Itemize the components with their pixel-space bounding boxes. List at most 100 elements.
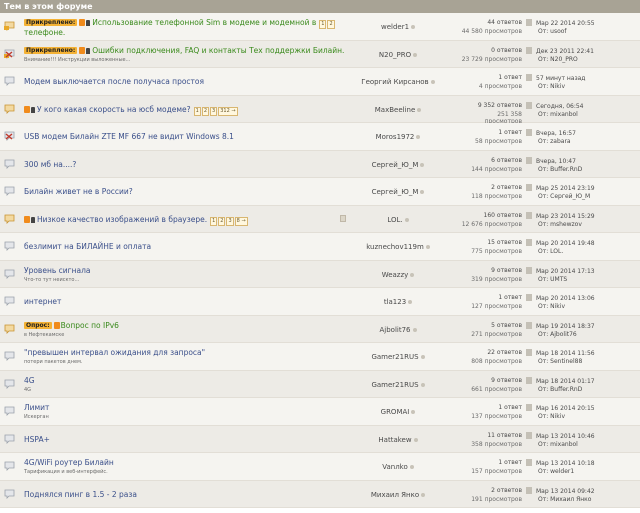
last-post-author-link[interactable]: От: Сергей_Ю_М [538,193,590,200]
topic-author-cell: Сергей_Ю_М [338,151,458,178]
topic-views: 58 просмотров [475,138,522,145]
topic-last-post-cell: Мар 13 2014 10:46 От: mixanbol [526,426,640,453]
topic-stats-cell: 1 ответ 157 просмотров [458,453,522,480]
last-post-author-link[interactable]: От: mixanbol [538,111,578,118]
last-post-time-line: Мар 20 2014 17:13 [526,266,595,275]
topic-author-link[interactable]: Hattakew [378,436,411,444]
last-post-author-link[interactable]: От: Nikiv [538,413,565,420]
topic-snippet: Внимание!!! Инструкции выложенные... [24,56,131,63]
topic-last-post-cell: Мар 22 2014 20:55 От: usoof [526,13,640,40]
topic-title-link[interactable]: 300 мб на....? [24,160,76,169]
topic-title-link[interactable]: Модем выключается после получаса простоя [24,77,204,86]
topic-title-link[interactable]: USB модем Билайн ZTE MF 667 не видит Win… [24,132,234,141]
page-link[interactable]: 1 [210,216,218,226]
page-link[interactable]: 3 [210,106,218,116]
topic-author-link[interactable]: Ajbolit76 [379,326,410,334]
topic-author-link[interactable]: Сергей_Ю_М [372,161,419,169]
last-post-author-link[interactable]: От: mixanbol [538,441,578,448]
topic-author-link[interactable]: Gamer21RUS [371,353,418,361]
page-link[interactable]: 2 [218,216,226,226]
topic-status-cell [0,13,18,40]
topic-title-line: USB модем Билайн ZTE MF 667 не видит Win… [24,132,334,142]
topic-row: USB модем Билайн ZTE MF 667 не видит Win… [0,123,640,151]
last-post-author-link[interactable]: От: Buffer.RnD [538,386,582,393]
topic-snippet: потери пакетов днем. [24,359,83,365]
topic-last-post-cell: 57 минут назад От: Nikiv [526,68,640,95]
topic-title-link[interactable]: Лимит [24,403,49,412]
last-post-author-link[interactable]: От: usoof [538,28,567,35]
topic-title-link[interactable]: Уровень сигнала [24,266,91,275]
topic-title-link[interactable]: Использование телефонной Sim в модеме и … [92,18,316,27]
last-post-author-link[interactable]: От: mshewzov [538,221,582,228]
topic-author-link[interactable]: Gamer21RUS [371,381,418,389]
topic-title-link[interactable]: HSPA+ [24,435,50,444]
page-link[interactable]: 2 [327,20,335,29]
last-post-author-link[interactable]: От: Nikiv [538,303,565,310]
topic-author-link[interactable]: tla123 [384,298,406,306]
last-post-author-link[interactable]: От: Михаил Янко [538,496,591,503]
topic-author-link[interactable]: Сергей_Ю_М [372,188,419,196]
topic-author-link[interactable]: Moros1972 [376,133,415,141]
document-icon [526,184,532,191]
topic-title-link[interactable]: 4G/WiFi роутер Билайн [24,458,114,467]
last-post-time: Мар 18 2014 11:56 [536,350,595,357]
page-link[interactable]: 1 [319,20,327,29]
last-post-author-link[interactable]: От: LOL. [538,248,563,255]
page-link[interactable]: 1 [193,106,201,116]
topic-author-link[interactable]: welder1 [381,23,409,31]
topic-title-link-continued[interactable]: телефоне. [24,28,65,37]
page-link[interactable]: 2 [201,106,210,116]
last-post-author-link[interactable]: От: Nikiv [538,83,565,90]
topic-stats-cell: 15 ответов 775 просмотров [458,233,522,260]
topic-author-cell: Сергей_Ю_М [338,178,458,205]
topic-replies: 1 ответ [498,294,522,301]
topic-stats-cell: 2 ответов 191 просмотров [458,481,522,508]
topic-row: 300 мб на....? Сергей_Ю_М 6 ответов 144 про… [0,150,640,178]
topic-author-link[interactable]: Vanлko [382,463,408,471]
topic-title-link[interactable]: Поднялся пинг в 1.5 - 2 раза [24,490,137,499]
last-post-author-link[interactable]: От: Ajbolit76 [538,331,577,338]
topic-snippet: Что-то тут неискто... [24,276,80,283]
topic-title-line: Билайн живет не в России? [24,187,334,197]
topic-title-link[interactable]: Ошибки подключения, FAQ и контакты Тех п… [92,46,344,55]
topic-title-link[interactable]: интернет [24,297,61,306]
topic-author-link[interactable]: MaxBeeline [375,106,416,114]
topic-views: 775 просмотров [471,248,522,255]
topic-prefix-badge: Опрос: [24,321,52,329]
last-post-time-line: Мар 20 2014 19:48 [526,239,595,247]
topic-stats-cell: 1 ответ 137 просмотров [458,398,522,425]
topic-author-link[interactable]: Георгий Кирсанов [361,78,428,86]
topic-last-post-cell: Мар 20 2014 19:48 От: LOL. [526,233,640,260]
topic-snippet: Тарификация и веб-интерфейс. [24,469,108,475]
topic-title-link[interactable]: "превышен интервал ожидания для запроса" [24,348,205,357]
last-post-author-link[interactable]: От: UMTS [538,276,567,283]
topic-author-link[interactable]: Михаил Янко [371,491,419,499]
topic-status-cell [0,398,18,425]
page-link[interactable]: 3 [226,216,234,226]
topic-author-link[interactable]: N20_PRO [379,51,411,59]
hot-topic-icon [4,104,15,114]
topic-author-link[interactable]: kuznechov119m [366,243,424,251]
topic-title-link[interactable]: Вопрос по IPv6 [61,321,119,330]
page-link[interactable]: 8 → [234,216,248,226]
topic-views: 144 просмотров [471,165,522,173]
topic-title-link[interactable]: У кого какая скорость на юсб модеме? [37,105,191,114]
topic-title-link[interactable]: безлимит на БИЛАЙНЕ и оплата [24,242,151,251]
topic-status-cell [0,151,18,178]
hot-small-icon [53,321,60,329]
topic-author-link[interactable]: LOL. [387,216,402,224]
last-post-author-link[interactable]: От: Buffer.RnD [538,166,582,173]
last-post-author-link[interactable]: От: welder1 [538,468,574,475]
last-post-author-link[interactable]: От: N20_PRO [538,56,578,63]
topic-title-link[interactable]: Билайн живет не в России? [24,187,133,196]
topic-last-post-cell: Вчера, 16:57 От: zabara [526,123,640,150]
subscribed-icon [86,47,91,54]
topic-author-link[interactable]: GROMAI [381,408,410,416]
topic-author-link[interactable]: Weazzy [382,271,409,279]
online-status-icon [416,135,421,139]
topic-title-link[interactable]: Низкое качество изображений в браузере. [37,215,207,224]
last-post-author-link[interactable]: От: Sentinel88 [538,358,582,365]
page-link[interactable]: 312 → [218,106,238,116]
topic-title-link[interactable]: 4G [24,376,35,385]
last-post-author-link[interactable]: От: zabara [538,138,571,145]
